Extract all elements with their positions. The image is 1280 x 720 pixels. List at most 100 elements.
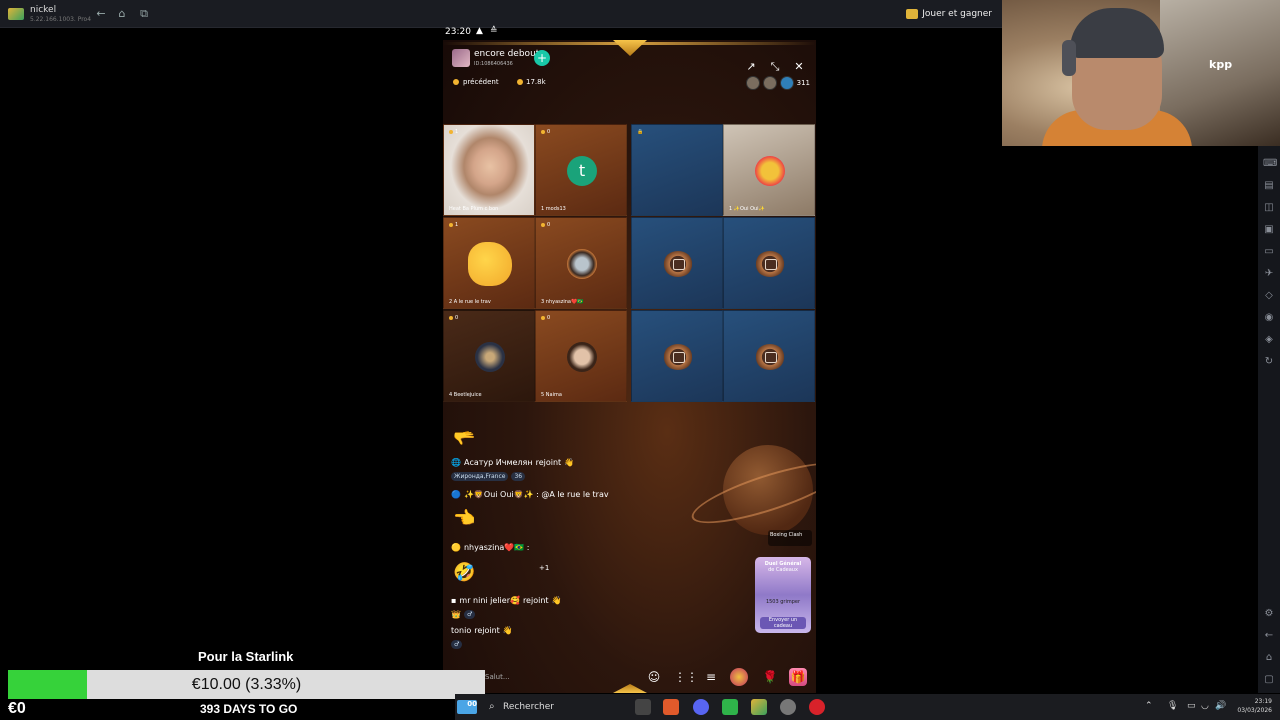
- play-and-win-button[interactable]: Jouer et gagner: [906, 5, 992, 23]
- seat-label: 1 mods13: [541, 206, 566, 212]
- sidebar-recents-icon[interactable]: ▢: [1263, 674, 1275, 686]
- empty-seat-icon: [755, 251, 785, 277]
- headset: [1062, 40, 1076, 76]
- seat-4[interactable]: 1 ✨Oui Oui✨: [723, 124, 815, 216]
- gift-icon[interactable]: 🎁: [789, 668, 807, 686]
- gamepad-icon: [906, 9, 919, 19]
- seat-label: 1 ✨Oui Oui✨: [729, 206, 765, 212]
- youtube-icon[interactable]: [809, 699, 825, 715]
- voice-wave-icon[interactable]: ⋮⋮: [674, 668, 698, 686]
- home-icon[interactable]: ⌂: [115, 7, 129, 21]
- location-tag: Жиронда,France: [451, 472, 509, 481]
- brave-browser-icon[interactable]: [663, 699, 679, 715]
- obs-icon[interactable]: [780, 699, 796, 715]
- apk-icon[interactable]: ▤: [1263, 180, 1275, 192]
- streamer-cap: [1070, 8, 1164, 58]
- folder-icon[interactable]: ▭: [1263, 246, 1275, 258]
- seat-9[interactable]: 0 4 Beetlejuice: [443, 310, 535, 402]
- chat-username[interactable]: mr nini jelier🥰: [459, 596, 520, 605]
- empty-seat-icon: [663, 251, 693, 277]
- record-icon[interactable]: ▣: [1263, 224, 1275, 236]
- goal-title: Pour la Starlink: [198, 649, 294, 664]
- send-gift-button[interactable]: Envoyer un cadeau: [760, 617, 806, 629]
- chat-user-tags: ♂: [451, 640, 463, 649]
- phone-time: 23:20: [445, 27, 471, 37]
- task-view-icon[interactable]: [635, 699, 651, 715]
- webcam-feed: kpp: [1002, 0, 1280, 146]
- tray-chevron-icon[interactable]: ⌃: [1145, 701, 1153, 711]
- sidebar-home-icon[interactable]: ⌂: [1263, 652, 1275, 664]
- lock-icon: 🔒: [637, 129, 644, 135]
- seat-11[interactable]: [631, 310, 723, 402]
- spreadsheet-app-icon[interactable]: [722, 699, 738, 715]
- gift-card-subtitle: de Cadeaux: [768, 567, 798, 573]
- boxing-clash-banner[interactable]: Boxing Clash: [768, 530, 812, 546]
- seat-5[interactable]: 1 2 A le rue le trav: [443, 217, 535, 309]
- seat-12[interactable]: [723, 310, 815, 402]
- windows-taskbar: 00 ⌕ Rechercher ⌃ 🎙 ▭ ◡ 🔊 23:19 03/03/20…: [455, 694, 1280, 720]
- weather-widget[interactable]: 00: [457, 700, 477, 714]
- level-badge-icon: ▪: [451, 596, 457, 605]
- seat-10[interactable]: 0 5 Naima: [535, 310, 627, 402]
- display-icon[interactable]: ▭: [1187, 701, 1196, 711]
- seat-7[interactable]: [631, 217, 723, 309]
- coins-value: 17.8k: [526, 78, 546, 86]
- minimize-icon[interactable]: ⤡: [767, 59, 783, 75]
- user-avatar: [475, 342, 505, 372]
- screenshot-icon[interactable]: ◫: [1263, 202, 1275, 214]
- coin-icon: [517, 79, 523, 85]
- sync-icon[interactable]: ↻: [1263, 356, 1275, 368]
- gift-duel-card[interactable]: Duel Général de Cadeaux 1503 grimper Env…: [755, 557, 811, 633]
- chat-text: nhyaszina❤️🇧🇷 :: [463, 543, 530, 552]
- settings-gear-icon[interactable]: ⚙: [1263, 608, 1275, 620]
- chat-username[interactable]: Асатур Ичмелян: [464, 458, 533, 467]
- search-label: Rechercher: [503, 702, 554, 712]
- sidebar-back-icon[interactable]: ←: [1263, 630, 1275, 642]
- discord-icon[interactable]: [693, 699, 709, 715]
- emulator-app-icon[interactable]: [751, 699, 767, 715]
- plus-one-icon[interactable]: +1: [539, 564, 549, 572]
- seat-2[interactable]: 0 t 1 mods13: [535, 124, 627, 216]
- chat-input[interactable]: Salut...: [473, 668, 633, 686]
- microphone-icon[interactable]: 🎙: [1167, 701, 1178, 711]
- seat-3[interactable]: 🔒: [631, 124, 723, 216]
- location-icon[interactable]: ◉: [1263, 312, 1275, 324]
- close-icon[interactable]: ✕: [791, 59, 807, 75]
- taskbar-clock[interactable]: 23:19 03/03/2026: [1237, 697, 1272, 715]
- shake-icon[interactable]: ✈: [1263, 268, 1275, 280]
- previous-room-link[interactable]: précédent: [453, 78, 499, 86]
- chat-action: rejoint: [522, 596, 549, 605]
- menu-icon[interactable]: ≡: [702, 668, 720, 686]
- layers-icon[interactable]: ◈: [1263, 334, 1275, 346]
- room-coins[interactable]: 17.8k: [517, 78, 546, 86]
- seat-grid: 1 Heat Ba Plum c bon 0 t 1 mods13 🔒 1 ✨O…: [443, 124, 816, 402]
- seat-6[interactable]: 0 3 nhyaszina❤️🇧🇷: [535, 217, 627, 309]
- chat-message: 🔵 ✨🦁Oui Oui🦁✨ : @A le rue le trav: [451, 490, 609, 499]
- taskbar-search[interactable]: ⌕ Rechercher: [485, 697, 625, 717]
- chat-user-tags: Жиронда,France 36: [451, 472, 526, 481]
- hand-emoji-icon: 🫳: [453, 428, 476, 449]
- chat-action: rejoint: [474, 626, 500, 635]
- share-icon[interactable]: ↗: [743, 59, 759, 75]
- erase-icon[interactable]: ◇: [1263, 290, 1275, 302]
- back-arrow-icon[interactable]: ←: [94, 7, 108, 21]
- room-avatar[interactable]: [452, 49, 470, 67]
- volume-icon[interactable]: 🔊: [1215, 701, 1226, 711]
- gift-card-count: 1503 grimper: [765, 599, 801, 605]
- follow-button[interactable]: +: [534, 50, 550, 66]
- seat-badge: 0: [541, 315, 550, 321]
- previous-label: précédent: [463, 78, 499, 86]
- emoji-icon[interactable]: ☺: [645, 668, 663, 686]
- keyboard-icon[interactable]: ⌨: [1263, 158, 1277, 170]
- seat-1[interactable]: 1 Heat Ba Plum c bon: [443, 124, 535, 216]
- rose-icon[interactable]: 🌹: [761, 668, 779, 686]
- goal-days-remaining: 393 DAYS TO GO: [200, 702, 298, 716]
- boxing-game-icon[interactable]: [730, 668, 748, 686]
- chat-username[interactable]: tonio: [451, 626, 471, 635]
- viewer-avatar: [779, 76, 794, 90]
- viewer-list[interactable]: 311: [745, 76, 810, 90]
- multitask-icon[interactable]: ⧉: [137, 7, 151, 21]
- wifi-icon[interactable]: ◡: [1201, 701, 1209, 711]
- seat-8[interactable]: [723, 217, 815, 309]
- search-icon: ⌕: [489, 701, 495, 712]
